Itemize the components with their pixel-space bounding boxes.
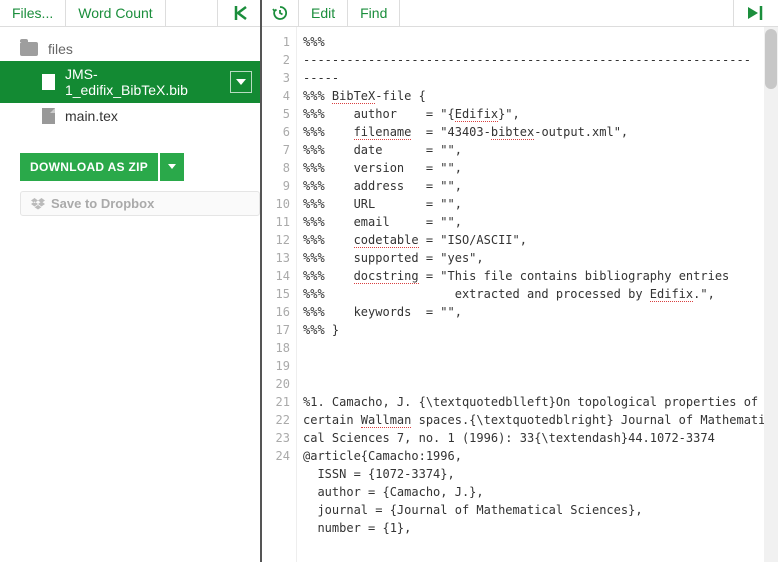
code-line[interactable]: %%% extracted and processed by Edifix.", bbox=[303, 285, 770, 303]
chevron-collapse-right-icon bbox=[746, 5, 766, 21]
gutter-line: 18 bbox=[262, 339, 290, 357]
code-line[interactable]: %%% bbox=[303, 33, 770, 51]
gutter-line: 17 bbox=[262, 321, 290, 339]
files-menu-button[interactable]: Files... bbox=[0, 0, 66, 26]
code-content[interactable]: %%%-------------------------------------… bbox=[297, 27, 778, 562]
code-line[interactable]: %1. Camacho, J. {\textquotedblleft}On to… bbox=[303, 393, 770, 447]
code-line[interactable]: %%% } bbox=[303, 321, 770, 339]
gutter-line: 1 bbox=[262, 33, 290, 51]
scrollbar[interactable] bbox=[764, 27, 778, 562]
history-button[interactable] bbox=[262, 0, 299, 26]
gutter-line: 23 bbox=[262, 429, 290, 447]
download-row: DOWNLOAD AS ZIP bbox=[20, 153, 260, 181]
code-line[interactable]: %%% docstring = "This file contains bibl… bbox=[303, 267, 770, 285]
collapse-right-panel-button[interactable] bbox=[733, 0, 778, 26]
gutter-line: 11 bbox=[262, 213, 290, 231]
left-toolbar: Files... Word Count bbox=[0, 0, 260, 27]
gutter-line: 22 bbox=[262, 411, 290, 429]
code-line[interactable]: %%% codetable = "ISO/ASCII", bbox=[303, 231, 770, 249]
code-line[interactable]: %%% filename = "43403-bibtex-output.xml"… bbox=[303, 123, 770, 141]
code-line-wrap[interactable]: ----- bbox=[303, 69, 770, 87]
gutter-line: 13 bbox=[262, 249, 290, 267]
code-line-wrap[interactable]: ----------------------------------------… bbox=[303, 51, 770, 69]
gutter-line: 20 bbox=[262, 375, 290, 393]
code-line[interactable]: %%% author = "{Edifix}", bbox=[303, 105, 770, 123]
chevron-collapse-left-icon bbox=[230, 5, 248, 21]
gutter-line: 15 bbox=[262, 285, 290, 303]
chevron-down-icon bbox=[236, 78, 246, 86]
code-line[interactable]: ISSN = {1072-3374}, bbox=[303, 465, 770, 483]
dropbox-label: Save to Dropbox bbox=[51, 196, 154, 211]
code-line[interactable]: %%% BibTeX-file { bbox=[303, 87, 770, 105]
collapse-left-panel-button[interactable] bbox=[217, 0, 260, 26]
code-line[interactable]: journal = {Journal of Mathematical Scien… bbox=[303, 501, 770, 519]
code-line[interactable]: %%% email = "", bbox=[303, 213, 770, 231]
code-line[interactable]: number = {1}, bbox=[303, 519, 770, 537]
gutter-line: 9 bbox=[262, 177, 290, 195]
right-toolbar: Edit Find bbox=[262, 0, 778, 27]
code-line[interactable]: @article{Camacho:1996, bbox=[303, 447, 770, 465]
gutter-line: 2 bbox=[262, 51, 290, 69]
download-dropdown-button[interactable] bbox=[160, 153, 184, 181]
file-row-bib[interactable]: JMS-1_edifix_BibTeX.bib bbox=[0, 61, 260, 103]
edit-menu-button[interactable]: Edit bbox=[299, 0, 348, 26]
file-icon bbox=[42, 108, 55, 124]
editor-panel: Edit Find 123456789101112131415161718192… bbox=[262, 0, 778, 562]
folder-root-label: files bbox=[48, 41, 73, 57]
gutter-line: 5 bbox=[262, 105, 290, 123]
code-line[interactable]: %%% supported = "yes", bbox=[303, 249, 770, 267]
code-line[interactable] bbox=[303, 339, 770, 357]
gutter-line: 21 bbox=[262, 393, 290, 411]
file-tree: files JMS-1_edifix_BibTeX.bib main.tex bbox=[0, 27, 260, 139]
code-line[interactable] bbox=[303, 357, 770, 375]
gutter-line: 8 bbox=[262, 159, 290, 177]
gutter-line: 14 bbox=[262, 267, 290, 285]
code-editor[interactable]: 123456789101112131415161718192021222324 … bbox=[262, 27, 778, 562]
history-icon bbox=[272, 5, 288, 21]
folder-icon bbox=[20, 42, 38, 56]
code-line[interactable]: %%% URL = "", bbox=[303, 195, 770, 213]
gutter-line: 12 bbox=[262, 231, 290, 249]
gutter: 123456789101112131415161718192021222324 bbox=[262, 27, 297, 562]
folder-root[interactable]: files bbox=[0, 37, 260, 61]
code-line[interactable]: %%% keywords = "", bbox=[303, 303, 770, 321]
gutter-line: 19 bbox=[262, 357, 290, 375]
download-zip-button[interactable]: DOWNLOAD AS ZIP bbox=[20, 153, 158, 181]
code-line[interactable]: %%% version = "", bbox=[303, 159, 770, 177]
caret-down-icon bbox=[168, 164, 176, 170]
dropbox-icon bbox=[31, 198, 45, 210]
word-count-button[interactable]: Word Count bbox=[66, 0, 165, 26]
gutter-line: 10 bbox=[262, 195, 290, 213]
file-row-menu-button[interactable] bbox=[230, 71, 252, 93]
gutter-line: 24 bbox=[262, 447, 290, 465]
find-button[interactable]: Find bbox=[348, 0, 400, 26]
file-row-main[interactable]: main.tex bbox=[0, 103, 260, 129]
code-line[interactable] bbox=[303, 375, 770, 393]
file-icon bbox=[42, 74, 55, 90]
file-name: JMS-1_edifix_BibTeX.bib bbox=[65, 66, 220, 98]
code-line[interactable]: %%% date = "", bbox=[303, 141, 770, 159]
file-name: main.tex bbox=[65, 108, 118, 124]
save-to-dropbox-button[interactable]: Save to Dropbox bbox=[20, 191, 260, 216]
code-line[interactable]: author = {Camacho, J.}, bbox=[303, 483, 770, 501]
files-panel: Files... Word Count files JMS-1_edifix_B… bbox=[0, 0, 262, 562]
code-line[interactable]: %%% address = "", bbox=[303, 177, 770, 195]
gutter-line: 16 bbox=[262, 303, 290, 321]
gutter-line: 7 bbox=[262, 141, 290, 159]
gutter-line: 4 bbox=[262, 87, 290, 105]
scroll-thumb[interactable] bbox=[765, 29, 777, 89]
gutter-line: 6 bbox=[262, 123, 290, 141]
gutter-line: 3 bbox=[262, 69, 290, 87]
